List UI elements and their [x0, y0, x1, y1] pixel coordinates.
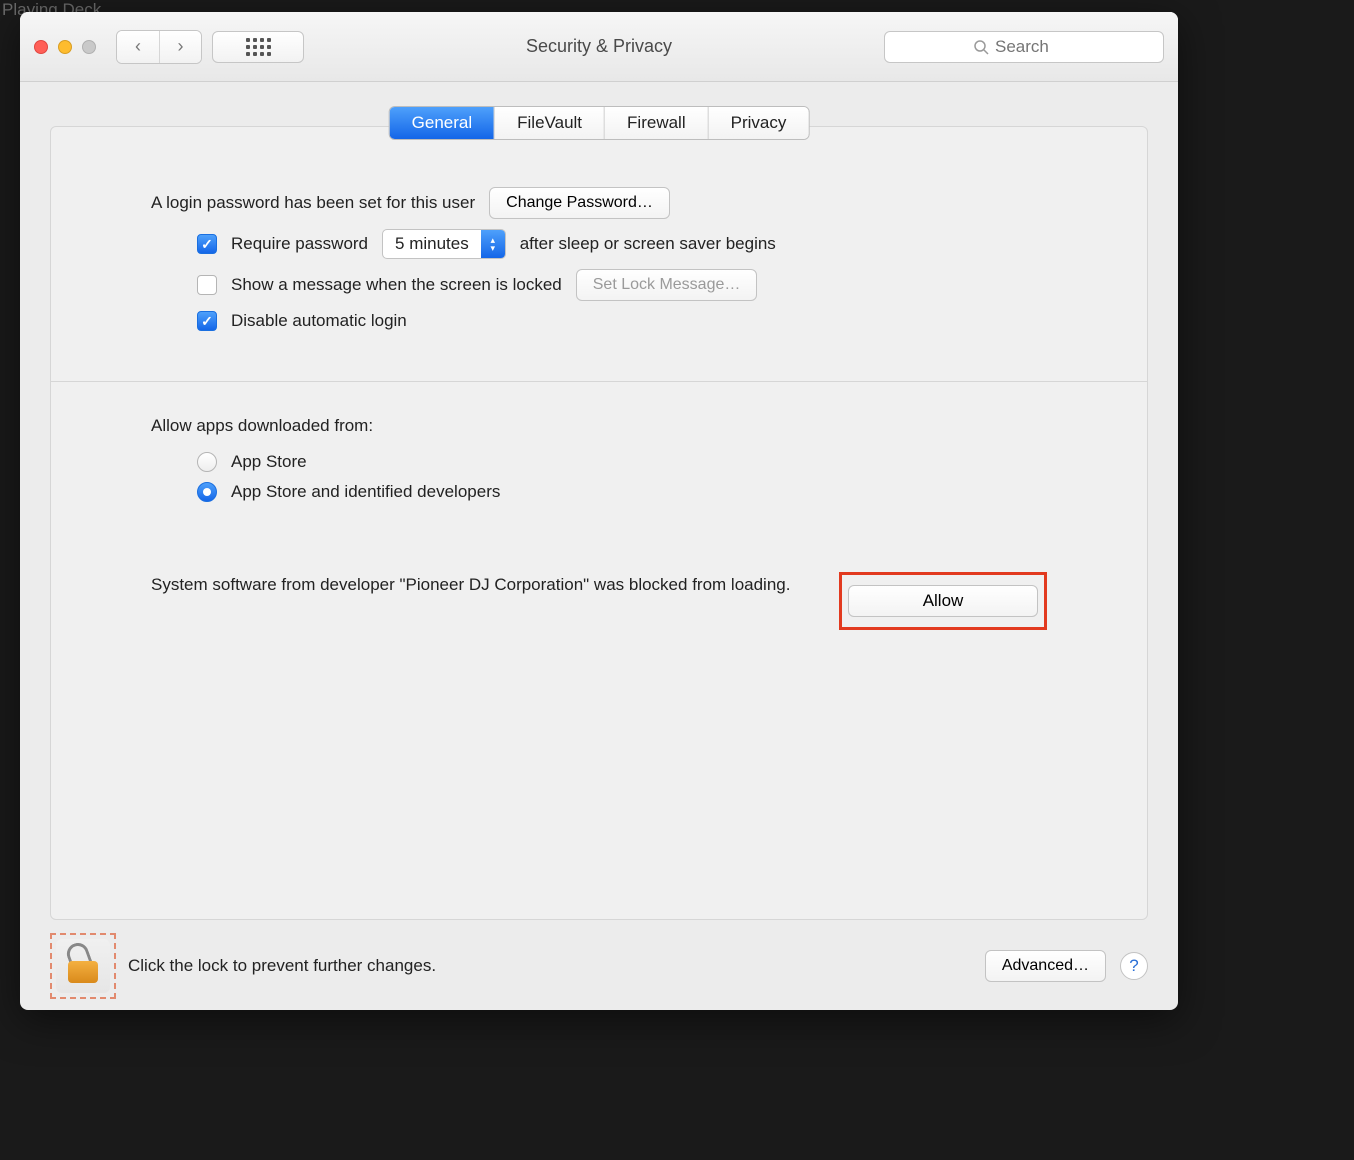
show-message-label: Show a message when the screen is locked	[231, 275, 562, 295]
tab-filevault[interactable]: FileVault	[494, 107, 604, 139]
close-icon[interactable]	[34, 40, 48, 54]
blocked-software-row: System software from developer "Pioneer …	[151, 572, 1047, 630]
show-message-row: Show a message when the screen is locked…	[151, 269, 1047, 301]
general-panel: A login password has been set for this u…	[50, 126, 1148, 920]
blocked-software-text: System software from developer "Pioneer …	[151, 572, 790, 598]
search-field[interactable]	[884, 31, 1164, 63]
grid-icon	[246, 38, 271, 56]
require-password-row: Require password 5 minutes after sleep o…	[151, 229, 1047, 259]
login-password-label: A login password has been set for this u…	[151, 193, 475, 213]
radio-identified-row: App Store and identified developers	[151, 482, 1047, 502]
search-icon	[973, 39, 989, 55]
preferences-window: ‹ › Security & Privacy General FileVault…	[20, 12, 1178, 1010]
traffic-lights	[34, 40, 96, 54]
search-input[interactable]	[995, 37, 1075, 57]
lock-highlight-box	[50, 933, 116, 999]
tab-firewall[interactable]: Firewall	[604, 107, 708, 139]
titlebar: ‹ › Security & Privacy	[20, 12, 1178, 82]
allow-apps-label: Allow apps downloaded from:	[151, 416, 373, 436]
after-sleep-label: after sleep or screen saver begins	[520, 234, 776, 254]
tab-bar: General FileVault Firewall Privacy	[389, 106, 810, 140]
require-password-label: Require password	[231, 234, 368, 254]
divider	[51, 381, 1147, 382]
radio-appstore[interactable]	[197, 452, 217, 472]
delay-value: 5 minutes	[383, 230, 481, 258]
tab-privacy[interactable]: Privacy	[708, 107, 809, 139]
disable-auto-login-label: Disable automatic login	[231, 311, 407, 331]
require-password-checkbox[interactable]	[197, 234, 217, 254]
show-message-checkbox[interactable]	[197, 275, 217, 295]
login-password-row: A login password has been set for this u…	[151, 187, 1047, 219]
chevron-updown-icon	[481, 230, 505, 258]
advanced-button[interactable]: Advanced…	[985, 950, 1106, 982]
disable-auto-login-checkbox[interactable]	[197, 311, 217, 331]
radio-identified-developers[interactable]	[197, 482, 217, 502]
lock-text: Click the lock to prevent further change…	[128, 956, 436, 976]
radio-identified-label: App Store and identified developers	[231, 482, 500, 502]
content-area: General FileVault Firewall Privacy A log…	[20, 82, 1178, 1010]
minimize-icon[interactable]	[58, 40, 72, 54]
radio-appstore-label: App Store	[231, 452, 307, 472]
allow-apps-heading: Allow apps downloaded from:	[151, 416, 1047, 436]
allow-button[interactable]: Allow	[848, 585, 1038, 617]
change-password-button[interactable]: Change Password…	[489, 187, 670, 219]
forward-button[interactable]: ›	[159, 31, 201, 63]
back-button[interactable]: ‹	[117, 31, 159, 63]
footer: Click the lock to prevent further change…	[50, 930, 1148, 1002]
nav-buttons: ‹ ›	[116, 30, 202, 64]
radio-appstore-row: App Store	[151, 452, 1047, 472]
allow-highlight-box: Allow	[839, 572, 1047, 630]
help-button[interactable]: ?	[1120, 952, 1148, 980]
show-all-button[interactable]	[212, 31, 304, 63]
delay-select[interactable]: 5 minutes	[382, 229, 506, 259]
set-lock-message-button: Set Lock Message…	[576, 269, 758, 301]
zoom-icon[interactable]	[82, 40, 96, 54]
lock-icon	[68, 949, 98, 983]
disable-auto-login-row: Disable automatic login	[151, 311, 1047, 331]
lock-button[interactable]	[56, 939, 110, 993]
tab-general[interactable]: General	[390, 107, 494, 139]
